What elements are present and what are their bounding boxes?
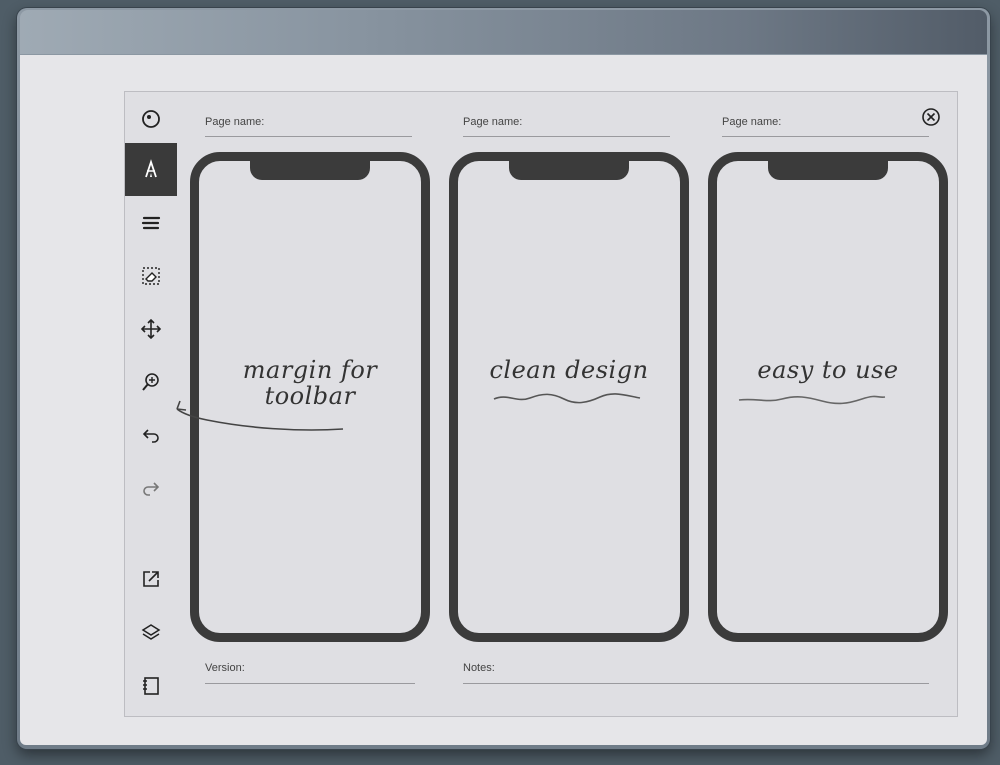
undo-icon	[142, 428, 159, 443]
close-button[interactable]	[921, 107, 941, 127]
phone-wireframe-3: easy to use	[708, 152, 948, 642]
marker-tool-button[interactable]	[125, 143, 177, 196]
device-top-bezel	[20, 10, 987, 54]
notes-field[interactable]	[463, 683, 929, 684]
redo-button[interactable]	[125, 461, 177, 514]
phone-notch	[250, 160, 370, 180]
version-label: Version:	[205, 662, 245, 674]
page-name-label: Page name:	[463, 116, 523, 128]
version-field[interactable]	[205, 683, 415, 684]
brush-stroke-icon	[141, 216, 161, 229]
notebook-icon	[143, 676, 159, 695]
tablet-device: Page name: Page name: Page name: margin …	[17, 8, 990, 749]
share-icon	[143, 570, 159, 587]
page-name-label: Page name:	[205, 116, 265, 128]
layers-button[interactable]	[125, 606, 177, 659]
underline-squiggle	[493, 393, 641, 404]
underline-squiggle	[738, 395, 886, 405]
handwritten-note-line: margin for	[242, 356, 378, 384]
page-name-field-1[interactable]	[205, 136, 412, 137]
phone-notch	[768, 160, 888, 180]
notes-label: Notes:	[463, 662, 495, 674]
share-button[interactable]	[125, 552, 177, 605]
page-name-field-3[interactable]	[722, 136, 929, 137]
eraser-tool-button[interactable]	[125, 249, 177, 302]
marker-icon	[145, 158, 157, 177]
page-name-label: Page name:	[722, 116, 782, 128]
layers-icon	[141, 623, 161, 640]
handwritten-arrow	[176, 400, 344, 431]
move-icon	[140, 318, 162, 339]
brush-tool-button[interactable]	[125, 196, 177, 249]
screen: Page name: Page name: Page name: margin …	[20, 55, 987, 745]
phone-wireframe-2: clean design	[449, 152, 689, 642]
phone-notch	[509, 160, 629, 180]
handwritten-note-line: clean design	[489, 356, 649, 384]
notebook-button[interactable]	[125, 659, 177, 712]
close-icon	[922, 108, 940, 126]
wireframe-template: Page name: Page name: Page name: margin …	[124, 91, 958, 717]
pen-menu-button[interactable]	[125, 92, 177, 145]
pen-menu-icon	[142, 109, 160, 128]
eraser-selection-icon	[142, 266, 160, 285]
handwritten-note-line: easy to use	[757, 356, 899, 384]
move-tool-button[interactable]	[125, 302, 177, 355]
redo-icon	[143, 481, 160, 496]
zoom-icon	[142, 372, 159, 391]
page-name-field-2[interactable]	[463, 136, 670, 137]
